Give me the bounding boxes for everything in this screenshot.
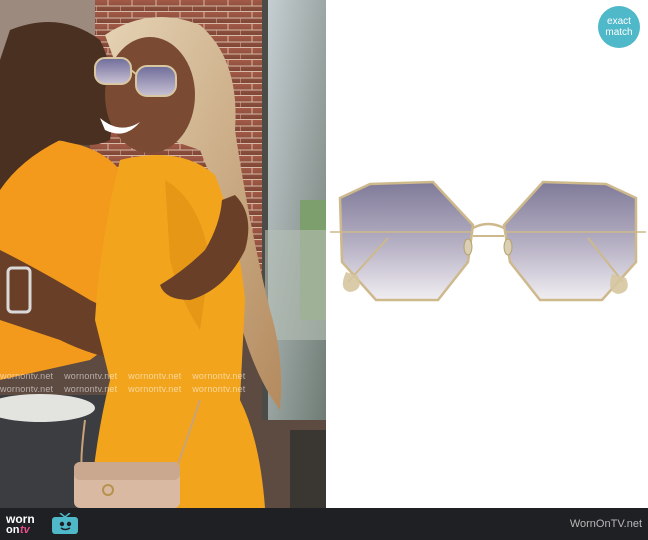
exact-match-badge: exact match — [598, 6, 640, 48]
sunglasses-image — [330, 180, 646, 302]
wornontv-logo[interactable]: worn on tv — [4, 511, 84, 537]
badge-line-2: match — [605, 27, 633, 38]
episode-photo — [0, 0, 326, 508]
footer-bar: worn on tv WornOnTV.net — [0, 508, 648, 540]
watermark-row-2: wornontv.net wornontv.net wornontv.net w… — [0, 384, 246, 394]
tv-icon — [52, 513, 78, 534]
product-panel — [328, 0, 648, 508]
logo-on-text: on — [6, 524, 20, 536]
logo-tv-text: tv — [20, 524, 30, 536]
footer-site-label[interactable]: WornOnTV.net — [570, 518, 642, 530]
watermark-row-1: wornontv.net wornontv.net wornontv.net w… — [0, 371, 246, 381]
badge-line-1: exact — [607, 16, 631, 27]
photo-illustration — [0, 0, 326, 508]
